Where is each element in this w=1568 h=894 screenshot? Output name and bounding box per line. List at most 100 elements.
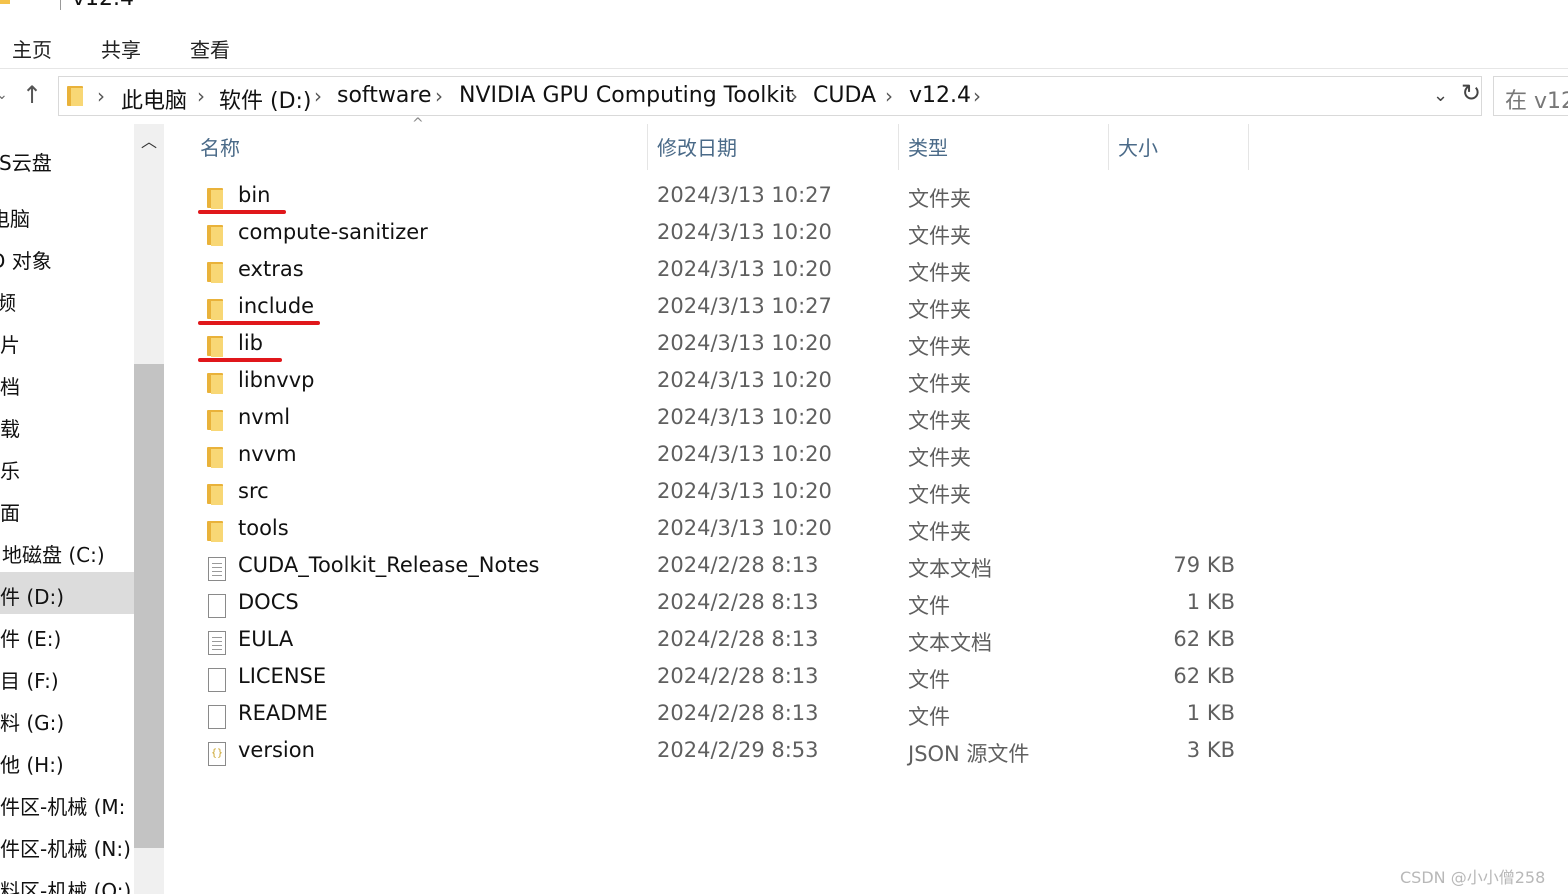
breadcrumb-software[interactable]: software [337,83,431,108]
file-row[interactable]: nvvm 2024/3/13 10:20 文件夹 [166,439,1568,476]
breadcrumb-v12-4[interactable]: v12.4 [909,83,971,108]
folder-icon [206,446,226,468]
folder-icon [206,335,226,357]
file-row[interactable]: {} version 2024/2/29 8:53 JSON 源文件 3 KB [166,735,1568,772]
file-type: 文件夹 [908,224,971,248]
sidebar-item-drive-m[interactable]: 件区-机械 (M: [0,782,134,824]
sidebar-item-cloud-drive[interactable]: S云盘 [0,138,134,180]
file-type: 文本文档 [908,557,992,581]
recent-locations-icon[interactable]: ⌄ [0,87,8,103]
sidebar-item-desktop[interactable]: 面 [0,488,134,530]
file-type: 文件夹 [908,187,971,211]
file-type: 文件夹 [908,446,971,470]
sidebar-item-documents[interactable]: 档 [0,362,134,404]
folder-icon [206,372,226,394]
breadcrumb-drive-d[interactable]: 软件 (D:) [219,83,312,115]
breadcrumb-nvidia-toolkit[interactable]: NVIDIA GPU Computing Toolkit [459,83,794,108]
sidebar-item-drive-h[interactable]: 他 (H:) [0,740,134,782]
chevron-down-icon[interactable]: ⌄ [1433,85,1448,106]
sidebar-item-drive-e[interactable]: 件 (E:) [0,614,134,656]
file-row[interactable]: README 2024/2/28 8:13 文件 1 KB [166,698,1568,735]
tab-share[interactable]: 共享 [101,34,141,63]
search-input[interactable]: 在 v12 [1493,76,1568,116]
chevron-right-icon[interactable]: › [314,84,322,108]
file-type: JSON 源文件 [908,742,1030,766]
file-type: 文件夹 [908,520,971,544]
file-date-modified: 2024/2/29 8:53 [657,738,819,762]
sidebar-item-drive-c[interactable]: 地磁盘 (C:) [0,530,134,572]
sidebar-item-pictures[interactable]: 片 [0,320,134,362]
quick-access-dropdown-icon[interactable]: ▾ [32,0,39,4]
column-divider[interactable] [898,124,899,170]
column-type[interactable]: 类型 [908,132,948,172]
chevron-right-icon[interactable]: › [790,84,798,108]
column-divider[interactable] [647,124,648,170]
scrollbar-thumb[interactable] [134,364,164,848]
column-size[interactable]: 大小 [1118,132,1158,172]
file-date-modified: 2024/2/28 8:13 [657,553,819,577]
column-header: ^ 名称 修改日期 类型 大小 [166,116,1568,172]
sidebar-item-drive-n[interactable]: 件区-机械 (N:) [0,824,134,866]
sidebar-item-music[interactable]: 乐 [0,446,134,488]
file-name: EULA [238,627,294,651]
chevron-right-icon[interactable]: › [197,84,205,108]
red-underline-annotation [198,321,320,325]
file-name: tools [238,516,289,540]
sidebar-item-drive-g[interactable]: 料 (G:) [0,698,134,740]
sidebar-item-videos[interactable]: 频 [0,278,134,320]
file-date-modified: 2024/3/13 10:20 [657,331,832,355]
address-bar[interactable]: › 此电脑 › 软件 (D:) › software › NVIDIA GPU … [58,76,1482,116]
chevron-right-icon[interactable]: › [973,84,981,108]
file-date-modified: 2024/3/13 10:20 [657,257,832,281]
file-row[interactable]: tools 2024/3/13 10:20 文件夹 [166,513,1568,550]
file-name: extras [238,257,304,281]
file-row[interactable]: lib 2024/3/13 10:20 文件夹 [166,328,1568,365]
column-name[interactable]: 名称 [200,132,240,172]
file-row[interactable]: extras 2024/3/13 10:20 文件夹 [166,254,1568,291]
sidebar-item-drive-d[interactable]: 件 (D:) [0,572,134,614]
folder-icon [206,298,226,320]
up-arrow-icon[interactable]: ↑ [22,81,42,109]
sidebar-scrollbar[interactable]: ︿ [134,124,164,894]
file-row[interactable]: LICENSE 2024/2/28 8:13 文件 62 KB [166,661,1568,698]
column-divider[interactable] [1108,124,1109,170]
file-row[interactable]: compute-sanitizer 2024/3/13 10:20 文件夹 [166,217,1568,254]
column-divider[interactable] [1248,124,1249,170]
file-type: 文件夹 [908,261,971,285]
file-date-modified: 2024/3/13 10:27 [657,183,832,207]
file-row[interactable]: CUDA_Toolkit_Release_Notes 2024/2/28 8:13… [166,550,1568,587]
file-name: DOCS [238,590,299,614]
sidebar-item-3d-objects[interactable]: D 对象 [0,236,134,278]
file-type: 文件夹 [908,298,971,322]
file-row[interactable]: bin 2024/3/13 10:27 文件夹 [166,180,1568,217]
breadcrumb-cuda[interactable]: CUDA [813,83,876,108]
tab-view[interactable]: 查看 [190,34,230,63]
file-date-modified: 2024/3/13 10:20 [657,405,832,429]
tab-home[interactable]: 主页 [12,34,52,63]
chevron-right-icon[interactable]: › [435,84,443,108]
chevron-right-icon[interactable]: › [885,84,893,108]
file-row[interactable]: include 2024/3/13 10:27 文件夹 [166,291,1568,328]
refresh-icon[interactable]: ↻ [1461,79,1483,115]
column-date[interactable]: 修改日期 [657,132,737,172]
sidebar-item-drive-f[interactable]: 目 (F:) [0,656,134,698]
sidebar-item-downloads[interactable]: 载 [0,404,134,446]
file-row[interactable]: libnvvp 2024/3/13 10:20 文件夹 [166,365,1568,402]
file-row[interactable]: EULA 2024/2/28 8:13 文本文档 62 KB [166,624,1568,661]
folder-icon [206,224,226,246]
file-name: version [238,738,315,762]
file-row[interactable]: src 2024/3/13 10:20 文件夹 [166,476,1568,513]
file-date-modified: 2024/2/28 8:13 [657,664,819,688]
sidebar-item-drive-o[interactable]: 料区-机械 (O:) [0,866,134,894]
scroll-up-icon[interactable]: ︿ [141,128,157,152]
file-name: bin [238,183,271,207]
file-row[interactable]: DOCS 2024/2/28 8:13 文件 1 KB [166,587,1568,624]
red-underline-annotation [198,358,282,362]
chevron-right-icon[interactable]: › [97,84,105,108]
file-row[interactable]: nvml 2024/3/13 10:20 文件夹 [166,402,1568,439]
file-name: libnvvp [238,368,315,392]
file-name: lib [238,331,263,355]
sidebar-item-this-pc[interactable]: 电脑 [0,194,134,236]
breadcrumb-this-pc[interactable]: 此电脑 [121,83,187,115]
file-date-modified: 2024/3/13 10:20 [657,479,832,503]
